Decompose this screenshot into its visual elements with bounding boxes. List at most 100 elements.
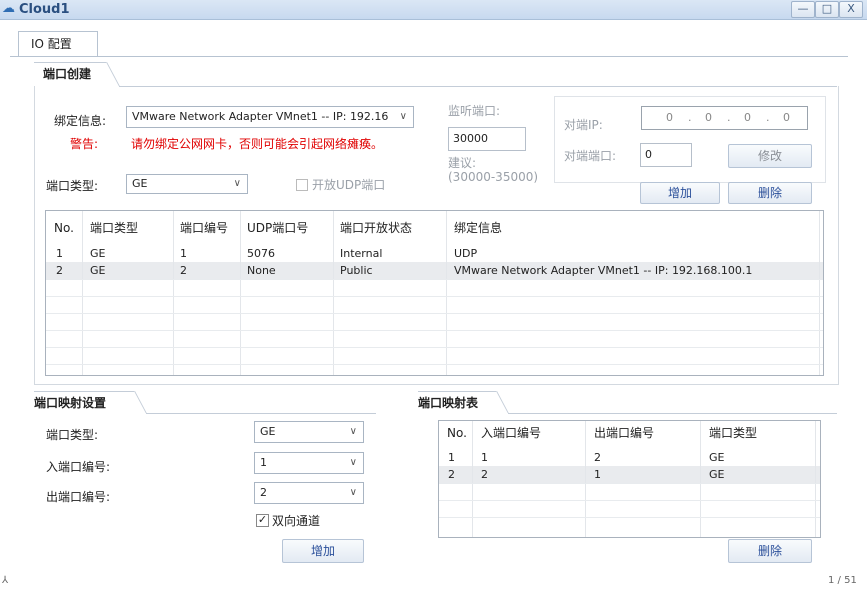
col-header-out-port: 出端口编号 (594, 426, 655, 440)
column-divider (585, 421, 586, 537)
ip-dot: . (688, 111, 692, 124)
chevron-down-icon: ∨ (233, 178, 241, 189)
cell-out-port: 2 (594, 451, 601, 464)
col-header-port-number: 端口编号 (180, 221, 229, 235)
out-port-select[interactable]: 2 ∨ (254, 482, 364, 504)
bind-info-label: 绑定信息: (54, 114, 107, 128)
close-button[interactable]: X (839, 1, 863, 18)
cell-port-type: GE (90, 264, 106, 277)
in-port-label: 入端口编号: (46, 460, 111, 474)
table-row[interactable]: 2 GE 2 None Public VMware Network Adapte… (46, 262, 823, 279)
table-row[interactable]: 1 1 2 GE (439, 449, 820, 466)
divider (146, 413, 376, 414)
modify-button[interactable]: 修改 (728, 144, 812, 168)
port-create-group-tab: 端口创建 (34, 62, 124, 86)
warning-label: 警告: (70, 137, 99, 151)
bidirectional-checkbox[interactable]: ✓ (256, 514, 269, 527)
column-divider (819, 211, 820, 375)
peer-port-input[interactable]: 0 (640, 143, 692, 167)
column-divider (700, 421, 701, 537)
port-type-select[interactable]: GE ∨ (126, 174, 248, 194)
map-port-type-value: GE (260, 425, 276, 438)
cell-port-number: 2 (180, 264, 187, 277)
chevron-down-icon: ∨ (349, 426, 357, 437)
column-divider (173, 211, 174, 375)
listen-port-input[interactable]: 30000 (448, 127, 526, 151)
bind-info-select[interactable]: VMware Network Adapter VMnet1 -- IP: 192… (126, 106, 414, 128)
delete-port-button[interactable]: 删除 (728, 182, 812, 204)
row-divider (46, 347, 823, 348)
column-divider (82, 211, 83, 375)
cell-open-status: Public (340, 264, 373, 277)
page-indicator: 1 / 51 (828, 575, 857, 586)
column-divider (446, 211, 447, 375)
ip-dot: . (766, 111, 770, 124)
table-row[interactable]: 2 2 1 GE (439, 466, 820, 483)
cell-port-type: GE (709, 468, 725, 481)
footer-left-text: ⅄ (2, 575, 9, 586)
divider (418, 391, 496, 392)
tab-divider (10, 56, 848, 57)
port-type-value: GE (132, 177, 148, 190)
peer-port-label: 对端端口: (564, 149, 617, 163)
map-port-type-select[interactable]: GE ∨ (254, 421, 364, 443)
port-type-label: 端口类型: (46, 179, 99, 193)
cell-port-type: GE (90, 247, 106, 260)
cell-in-port: 1 (481, 451, 488, 464)
in-port-value: 1 (260, 456, 267, 469)
cell-udp-port: None (247, 264, 276, 277)
row-divider (439, 500, 820, 501)
cell-no: 2 (448, 468, 455, 481)
map-port-type-label: 端口类型: (46, 428, 99, 442)
bind-info-value: VMware Network Adapter VMnet1 -- IP: 192… (132, 110, 389, 123)
cell-open-status: Internal (340, 247, 383, 260)
chevron-down-icon: ∨ (349, 457, 357, 468)
warning-text: 请勿绑定公网网卡，否则可能会引起网络瘫痪。 (131, 137, 384, 151)
port-table: No. 端口类型 端口编号 UDP端口号 端口开放状态 绑定信息 1 GE 1 … (45, 210, 824, 376)
title-bar: ☁ Cloud1 — □ X (0, 0, 867, 20)
cell-bind-info: VMware Network Adapter VMnet1 -- IP: 192… (454, 264, 753, 277)
chevron-down-icon: ∨ (399, 111, 407, 122)
col-header-no: No. (54, 221, 74, 235)
cloud-icon: ☁ (2, 1, 15, 16)
divider (508, 413, 837, 414)
col-header-port-type: 端口类型 (709, 426, 758, 440)
cell-no: 2 (56, 264, 63, 277)
row-divider (46, 364, 823, 365)
chevron-down-icon: ∨ (349, 487, 357, 498)
port-create-heading: 端口创建 (34, 62, 92, 86)
minimize-button[interactable]: — (791, 1, 815, 18)
peer-ip-label: 对端IP: (564, 118, 603, 132)
cell-out-port: 1 (594, 468, 601, 481)
delete-mapping-button[interactable]: 删除 (728, 539, 812, 563)
peer-ip-octet-1: 0 (666, 111, 673, 124)
mapping-table-heading: 端口映射表 (418, 391, 479, 415)
cell-port-type: GE (709, 451, 725, 464)
row-divider (46, 330, 823, 331)
add-port-button[interactable]: 增加 (640, 182, 720, 204)
tab-io-config[interactable]: IO 配置 (18, 31, 98, 56)
row-divider (46, 296, 823, 297)
col-header-port-type: 端口类型 (90, 221, 139, 235)
add-mapping-button[interactable]: 增加 (282, 539, 364, 563)
peer-ip-input[interactable]: 0 . 0 . 0 . 0 (641, 106, 808, 130)
bidirectional-label: 双向通道 (272, 514, 321, 528)
row-divider (439, 483, 820, 484)
listen-port-label: 监听端口: (448, 104, 501, 118)
table-header-row: No. 端口类型 端口编号 UDP端口号 端口开放状态 绑定信息 (46, 216, 823, 240)
peer-ip-octet-2: 0 (705, 111, 712, 124)
in-port-select[interactable]: 1 ∨ (254, 452, 364, 474)
ip-dot: . (727, 111, 731, 124)
maximize-button[interactable]: □ (815, 1, 839, 18)
window-title: Cloud1 (19, 2, 70, 17)
column-divider (815, 421, 816, 537)
column-divider (472, 421, 473, 537)
out-port-label: 出端口编号: (46, 490, 111, 504)
col-header-open-status: 端口开放状态 (340, 221, 413, 235)
table-row[interactable]: 1 GE 1 5076 Internal UDP (46, 245, 823, 262)
divider (34, 62, 106, 63)
col-header-bind-info: 绑定信息 (454, 221, 503, 235)
udp-checkbox[interactable] (296, 179, 308, 191)
col-header-udp-port: UDP端口号 (247, 221, 309, 235)
peer-ip-octet-4: 0 (783, 111, 790, 124)
